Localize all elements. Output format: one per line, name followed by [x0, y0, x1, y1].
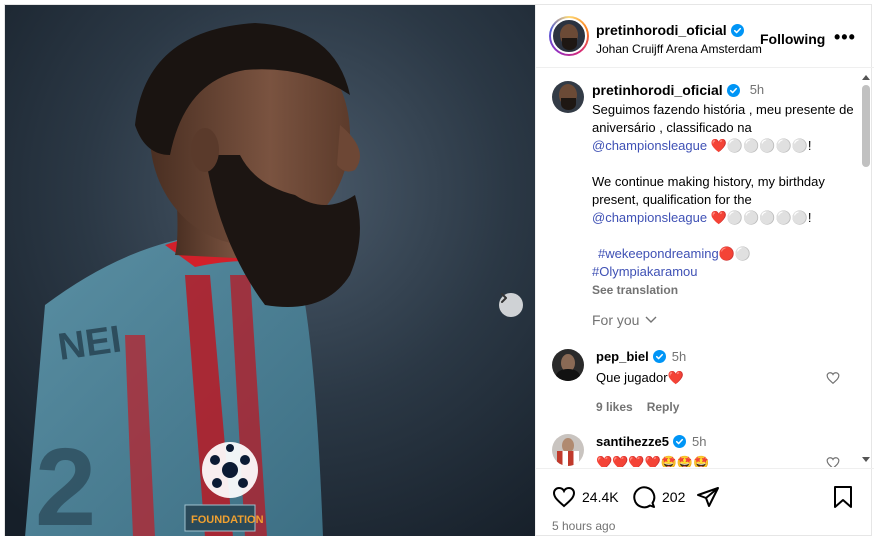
heart-icon[interactable]: [826, 456, 840, 467]
jersey-lettering: NEI: [55, 319, 124, 369]
comment-time: 5h: [671, 349, 687, 364]
mention-link[interactable]: @championsleague: [592, 138, 707, 153]
share-icon[interactable]: [696, 485, 720, 509]
for-you-label: For you: [592, 312, 640, 328]
author-username[interactable]: pretinhorodi_oficial: [596, 22, 727, 38]
hashtag-link[interactable]: #wekeepondreaming: [598, 246, 719, 261]
like-action[interactable]: 24.4K: [552, 485, 619, 509]
post-location[interactable]: Johan Cruijff Arena Amsterdam: [596, 42, 762, 56]
caption-text-en: We continue making history, my birthday …: [592, 174, 825, 207]
svg-text:FOUNDATION: FOUNDATION: [191, 514, 264, 526]
next-photo-button[interactable]: [499, 293, 523, 317]
scrollbar-thumb[interactable]: [862, 85, 870, 167]
comment-likes[interactable]: 9 likes: [596, 400, 633, 414]
comments-scroll-area[interactable]: pretinhorodi_oficial 5h Seguimos fazendo…: [536, 69, 874, 467]
post-time-ago[interactable]: 5 hours ago: [552, 519, 615, 533]
see-translation-link[interactable]: See translation: [592, 281, 862, 299]
commenter-avatar[interactable]: [552, 434, 584, 466]
verified-badge-icon: [726, 83, 740, 97]
comment-text: ❤️❤️❤️❤️🤩🤩🤩: [596, 455, 710, 467]
caption-avatar[interactable]: [552, 81, 584, 113]
verified-badge-icon: [672, 435, 686, 448]
comment-text: Que jugador❤️: [596, 370, 684, 385]
heart-icon[interactable]: [552, 485, 576, 509]
author-avatar[interactable]: [549, 16, 589, 56]
verified-badge-icon: [652, 350, 666, 363]
commenter-avatar[interactable]: [552, 349, 584, 381]
commenter-username[interactable]: santihezze5: [596, 434, 669, 449]
caption-emoji-en: ❤️⚪⚪⚪⚪⚪!: [710, 210, 812, 225]
caption-username[interactable]: pretinhorodi_oficial: [592, 81, 723, 99]
caption-text-pt: Seguimos fazendo história , meu presente…: [592, 102, 854, 135]
comment-time: 5h: [691, 434, 707, 449]
hashtag-emoji: 🔴⚪: [718, 246, 752, 261]
comment-action[interactable]: 202: [632, 485, 685, 509]
hashtag-line: #wekeepondreaming🔴⚪: [592, 245, 862, 263]
save-action[interactable]: [832, 485, 854, 509]
hashtag-link[interactable]: #Olympiakaramou: [592, 263, 862, 281]
caption-time: 5h: [749, 82, 765, 97]
commenter-username[interactable]: pep_biel: [596, 349, 649, 364]
post-modal: NEI 2 FOUNDATION pretinhorodi_oficial Jo…: [4, 4, 874, 536]
player-photo-illustration: NEI 2 FOUNDATION: [5, 5, 535, 536]
more-options-icon[interactable]: •••: [834, 27, 856, 48]
mention-link[interactable]: @championsleague: [592, 210, 707, 225]
reply-button[interactable]: Reply: [647, 400, 680, 414]
comment-icon[interactable]: [632, 485, 656, 509]
comments-scrollbar[interactable]: [859, 69, 872, 467]
comment-body: pep_biel 5h Que jugador❤️ 9 likes Reply: [596, 349, 826, 414]
chevron-down-icon: [645, 316, 657, 323]
post-photo: NEI 2 FOUNDATION: [5, 5, 535, 536]
chevron-right-icon: [501, 293, 507, 303]
bookmark-icon[interactable]: [832, 485, 854, 509]
likes-count[interactable]: 24.4K: [582, 489, 619, 505]
caption-paragraph-pt: Seguimos fazendo história , meu presente…: [592, 101, 862, 155]
comment-body: santihezze5 5h ❤️❤️❤️❤️🤩🤩🤩: [596, 434, 826, 467]
post-side-panel: pretinhorodi_oficial Johan Cruijff Arena…: [535, 5, 874, 536]
scroll-up-arrow[interactable]: [862, 75, 870, 80]
author-username-row: pretinhorodi_oficial: [596, 22, 744, 38]
scroll-down-arrow[interactable]: [862, 457, 870, 462]
jersey-number: 2: [35, 426, 96, 536]
caption-emoji-pt: ❤️⚪⚪⚪⚪⚪!: [710, 138, 812, 153]
heart-icon[interactable]: [826, 371, 840, 385]
caption-paragraph-en: We continue making history, my birthday …: [592, 173, 862, 227]
verified-badge-icon: [730, 23, 744, 37]
for-you-toggle[interactable]: For you: [592, 312, 657, 328]
share-action[interactable]: [696, 485, 720, 509]
post-actions-bar: 24.4K 202 5 hours ago: [536, 468, 874, 536]
post-caption: pretinhorodi_oficial 5h Seguimos fazendo…: [592, 81, 862, 299]
post-header: pretinhorodi_oficial Johan Cruijff Arena…: [536, 5, 874, 68]
comments-count[interactable]: 202: [662, 489, 685, 505]
following-button[interactable]: Following: [760, 31, 825, 47]
